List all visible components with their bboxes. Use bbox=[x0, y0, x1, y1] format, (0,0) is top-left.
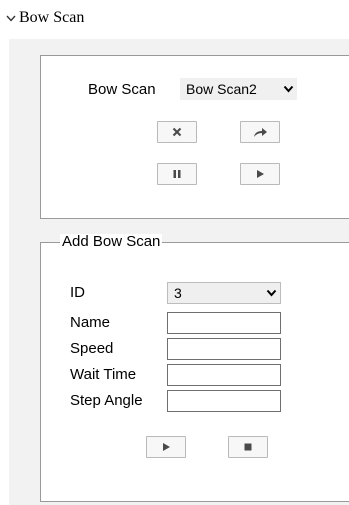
chevron-down-icon bbox=[266, 289, 277, 297]
bow-scan-select[interactable]: Bow Scan2 bbox=[180, 78, 297, 100]
call-button[interactable] bbox=[240, 121, 280, 143]
name-label: Name bbox=[70, 313, 111, 331]
start-record-button[interactable] bbox=[146, 436, 186, 458]
bow-scan-label: Bow Scan bbox=[88, 80, 156, 98]
play-icon bbox=[163, 443, 170, 451]
id-select[interactable]: 3 bbox=[167, 282, 281, 304]
redo-arrow-icon bbox=[254, 128, 267, 137]
bow-scan-select-value: Bow Scan2 bbox=[186, 81, 257, 97]
name-input[interactable] bbox=[167, 312, 281, 334]
chevron-down-icon bbox=[283, 85, 294, 93]
section-title: Bow Scan bbox=[19, 9, 85, 26]
id-label: ID bbox=[70, 283, 85, 301]
speed-label: Speed bbox=[70, 339, 114, 357]
stop-icon bbox=[244, 443, 252, 451]
add-bow-scan-legend: Add Bow Scan bbox=[60, 233, 163, 250]
stop-record-button[interactable] bbox=[228, 436, 268, 458]
close-icon bbox=[172, 127, 182, 137]
chevron-down-icon bbox=[6, 15, 16, 22]
delete-button[interactable] bbox=[157, 121, 197, 143]
section-header-bow-scan[interactable]: Bow Scan bbox=[6, 6, 84, 30]
pause-icon bbox=[173, 170, 181, 178]
play-icon bbox=[257, 170, 264, 178]
id-select-value: 3 bbox=[174, 285, 182, 301]
step-angle-label: Step Angle bbox=[70, 391, 143, 409]
pause-button[interactable] bbox=[157, 163, 197, 185]
speed-input[interactable] bbox=[167, 338, 281, 360]
wait-time-label: Wait Time bbox=[70, 365, 137, 383]
start-button[interactable] bbox=[240, 163, 280, 185]
wait-time-input[interactable] bbox=[167, 364, 281, 386]
step-angle-input[interactable] bbox=[167, 390, 281, 412]
